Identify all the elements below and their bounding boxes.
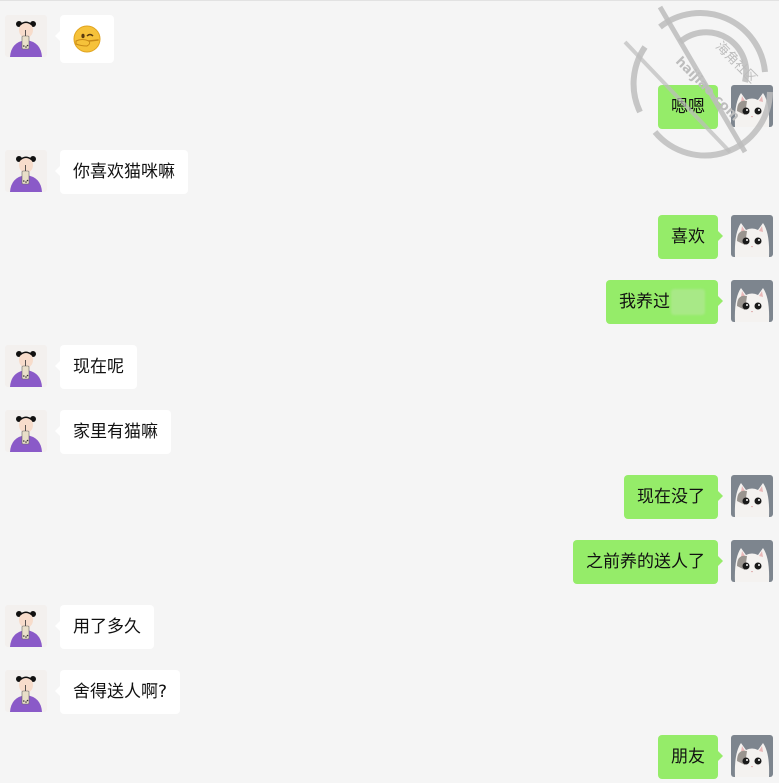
cat-avatar[interactable] [731, 475, 773, 517]
cat-avatar[interactable] [731, 540, 773, 582]
message-bubble[interactable]: 我养过 [606, 280, 723, 324]
message-row-incoming: 家里有猫嘛 [0, 410, 779, 454]
message-bubble[interactable]: 现在呢 [55, 345, 137, 389]
message-row-outgoing: 我养过 [0, 280, 779, 324]
redacted-blur [671, 289, 705, 315]
girl-avatar[interactable] [5, 15, 47, 57]
girl-avatar[interactable] [5, 670, 47, 712]
girl-avatar[interactable] [5, 150, 47, 192]
message-bubble[interactable]: 之前养的送人了 [573, 540, 723, 584]
message-bubble[interactable]: 嗯嗯 [658, 85, 723, 129]
girl-avatar[interactable] [5, 410, 47, 452]
message-bubble[interactable]: 喜欢 [658, 215, 723, 259]
message-row-outgoing: 喜欢 [0, 215, 779, 259]
girl-avatar[interactable] [5, 345, 47, 387]
message-row-incoming: 现在呢 [0, 345, 779, 389]
message-bubble[interactable]: 用了多久 [55, 605, 154, 649]
message-row-outgoing: 现在没了 [0, 475, 779, 519]
message-bubble[interactable]: 舍得送人啊? [54, 670, 181, 714]
message-row-incoming: 舍得送人啊? [0, 670, 779, 714]
message-bubble[interactable] [55, 15, 114, 63]
message-row-incoming [0, 15, 779, 63]
message-bubble[interactable]: 朋友 [658, 735, 723, 779]
message-row-outgoing: 之前养的送人了 [0, 540, 779, 584]
cat-avatar[interactable] [731, 735, 773, 777]
message-bubble[interactable]: 家里有猫嘛 [55, 410, 171, 454]
cat-avatar[interactable] [731, 215, 773, 257]
message-row-incoming: 用了多久 [0, 605, 779, 649]
message-row-incoming: 你喜欢猫咪嘛 [0, 150, 779, 194]
cat-avatar[interactable] [731, 85, 773, 127]
top-divider [0, 0, 779, 1]
cat-avatar[interactable] [731, 280, 773, 322]
message-row-outgoing: 朋友 [0, 735, 779, 779]
girl-avatar[interactable] [5, 605, 47, 647]
message-bubble[interactable]: 你喜欢猫咪嘛 [55, 150, 188, 194]
message-bubble[interactable]: 现在没了 [624, 475, 723, 519]
message-row-outgoing: 嗯嗯 [0, 85, 779, 129]
message-text: 我养过 [619, 292, 670, 312]
pointing-emoji-icon [73, 25, 101, 53]
